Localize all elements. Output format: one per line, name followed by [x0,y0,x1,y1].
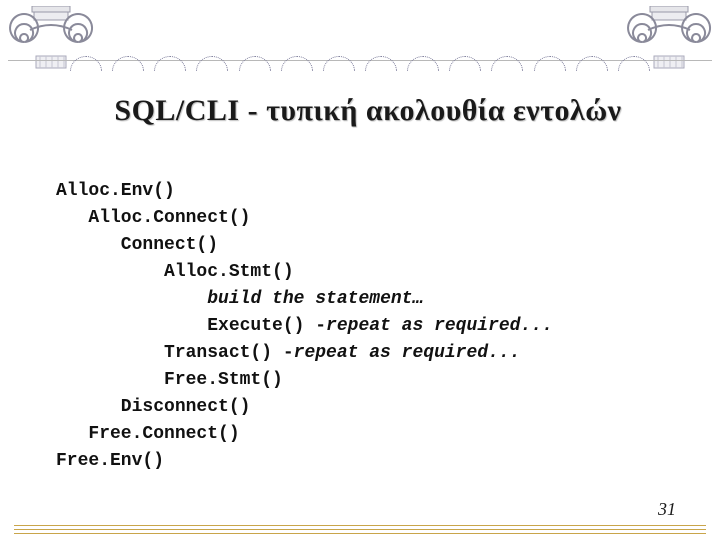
footer-line-icon [14,533,706,534]
slide: SQL/CLI - τυπική ακολουθία εντολών Alloc… [0,0,720,540]
footer-line-icon [14,525,706,526]
code-line: Free.Stmt() [56,370,283,390]
code-line-em: repeat as required... [326,316,553,336]
code-line [56,289,207,309]
code-line-em: repeat as required... [294,343,521,363]
code-line: Free.Connect() [56,424,240,444]
code-line-em: build the statement… [207,289,423,309]
code-line: Alloc.Stmt() [56,262,294,282]
code-line: Transact() - [56,343,294,363]
code-line: Disconnect() [56,397,250,417]
code-line: Connect() [56,235,218,255]
code-line: Free.Env() [56,451,164,471]
footer-line-icon [14,529,706,530]
code-line: Alloc.Connect() [56,208,250,228]
dotted-arches-icon [70,56,650,71]
slide-title: SQL/CLI - τυπική ακολουθία εντολών [56,94,680,128]
page-number: 31 [658,499,676,520]
code-line: Execute() - [56,316,326,336]
code-line: Alloc.Env() [56,181,175,201]
code-sequence: Alloc.Env() Alloc.Connect() Connect() Al… [56,178,680,475]
